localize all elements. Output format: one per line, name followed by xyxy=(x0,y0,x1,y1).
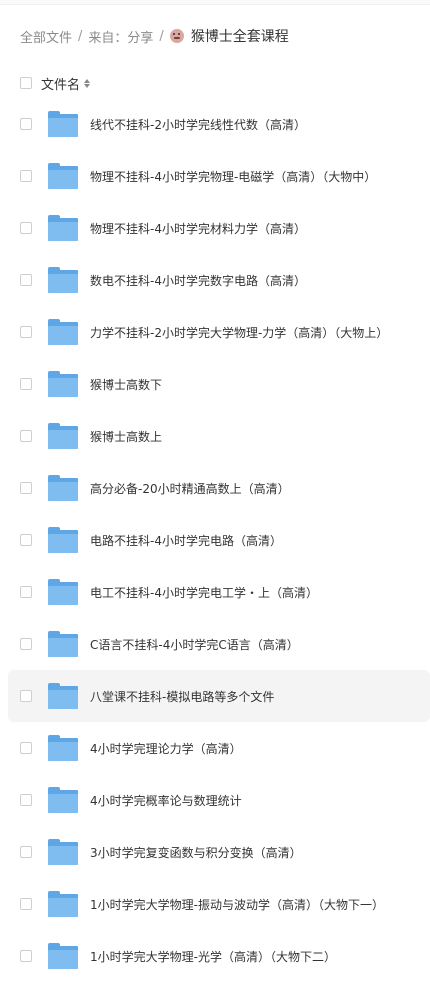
file-list: 线代不挂科-2小时学完线性代数（高清） 物理不挂科-4小时学完物理-电磁学（高清）… xyxy=(0,98,430,982)
file-row[interactable]: 线代不挂科-2小时学完线性代数（高清） xyxy=(8,98,430,150)
folder-icon[interactable] xyxy=(48,267,78,293)
file-checkbox[interactable] xyxy=(20,586,32,598)
folder-icon[interactable] xyxy=(48,839,78,865)
file-checkbox[interactable] xyxy=(20,794,32,806)
sharer-avatar xyxy=(169,29,184,43)
file-row[interactable]: 八堂课不挂科-模拟电路等多个文件 xyxy=(8,670,430,722)
file-checkbox[interactable] xyxy=(20,430,32,442)
folder-icon[interactable] xyxy=(48,215,78,241)
file-name[interactable]: 4小时学完理论力学（高清） xyxy=(90,740,242,757)
file-row[interactable]: 数电不挂科-4小时学完数字电路（高清） xyxy=(8,254,430,306)
file-row[interactable]: 物理不挂科-4小时学完物理-电磁学（高清）（大物中） xyxy=(8,150,430,202)
folder-icon[interactable] xyxy=(48,371,78,397)
folder-icon[interactable] xyxy=(48,631,78,657)
file-checkbox[interactable] xyxy=(20,274,32,286)
folder-icon[interactable] xyxy=(48,683,78,709)
file-name[interactable]: 高分必备-20小时精通高数上（高清） xyxy=(90,480,290,497)
file-list-header: 文件名 xyxy=(0,68,430,98)
file-row[interactable]: 高分必备-20小时精通高数上（高清） xyxy=(8,462,430,514)
file-checkbox[interactable] xyxy=(20,222,32,234)
folder-icon[interactable] xyxy=(48,787,78,813)
folder-icon[interactable] xyxy=(48,943,78,969)
file-row[interactable]: 猴博士高数上 xyxy=(8,410,430,462)
folder-icon[interactable] xyxy=(48,527,78,553)
folder-icon[interactable] xyxy=(48,475,78,501)
file-name[interactable]: 1小时学完大学物理-振动与波动学（高清）（大物下一） xyxy=(90,896,384,913)
file-row[interactable]: 4小时学完理论力学（高清） xyxy=(8,722,430,774)
folder-icon[interactable] xyxy=(48,423,78,449)
file-checkbox[interactable] xyxy=(20,638,32,650)
file-row[interactable]: 4小时学完概率论与数理统计 xyxy=(8,774,430,826)
folder-icon[interactable] xyxy=(48,579,78,605)
file-checkbox[interactable] xyxy=(20,170,32,182)
file-name[interactable]: 电工不挂科-4小时学完电工学・上（高清） xyxy=(90,584,318,601)
folder-icon[interactable] xyxy=(48,163,78,189)
file-name[interactable]: 猴博士高数下 xyxy=(90,376,162,393)
file-checkbox[interactable] xyxy=(20,378,32,390)
file-checkbox[interactable] xyxy=(20,482,32,494)
file-name[interactable]: 1小时学完大学物理-光学（高清）（大物下二） xyxy=(90,948,336,965)
file-checkbox[interactable] xyxy=(20,846,32,858)
file-checkbox[interactable] xyxy=(20,534,32,546)
file-name[interactable]: C语言不挂科-4小时学完C语言（高清） xyxy=(90,636,299,653)
folder-icon[interactable] xyxy=(48,111,78,137)
file-checkbox[interactable] xyxy=(20,326,32,338)
file-checkbox[interactable] xyxy=(20,950,32,962)
file-name[interactable]: 物理不挂科-4小时学完材料力学（高清） xyxy=(90,220,306,237)
file-name[interactable]: 物理不挂科-4小时学完物理-电磁学（高清）（大物中） xyxy=(90,168,376,185)
file-row[interactable]: 1小时学完大学物理-光学（高清）（大物下二） xyxy=(8,930,430,982)
breadcrumb-from-link[interactable]: 来自：分享 xyxy=(88,27,153,46)
breadcrumb: 全部文件 / 来自：分享 / 猴博士全套课程 xyxy=(20,26,289,46)
file-row[interactable]: 物理不挂科-4小时学完材料力学（高清） xyxy=(8,202,430,254)
file-checkbox[interactable] xyxy=(20,690,32,702)
file-row[interactable]: 3小时学完复变函数与积分变换（高清） xyxy=(8,826,430,878)
folder-icon[interactable] xyxy=(48,735,78,761)
column-header-filename[interactable]: 文件名 xyxy=(41,74,80,93)
breadcrumb-current: 猴博士全套课程 xyxy=(190,29,289,45)
file-row[interactable]: 猴博士高数下 xyxy=(8,358,430,410)
select-all-checkbox[interactable] xyxy=(20,77,32,89)
file-row[interactable]: 1小时学完大学物理-振动与波动学（高清）（大物下一） xyxy=(8,878,430,930)
file-name[interactable]: 数电不挂科-4小时学完数字电路（高清） xyxy=(90,272,306,289)
file-row[interactable]: 电路不挂科-4小时学完电路（高清） xyxy=(8,514,430,566)
file-name[interactable]: 线代不挂科-2小时学完线性代数（高清） xyxy=(90,116,306,133)
breadcrumb-separator: / xyxy=(78,28,83,44)
file-name[interactable]: 4小时学完概率论与数理统计 xyxy=(90,792,242,809)
file-row[interactable]: C语言不挂科-4小时学完C语言（高清） xyxy=(8,618,430,670)
file-name[interactable]: 八堂课不挂科-模拟电路等多个文件 xyxy=(90,688,274,705)
file-name[interactable]: 电路不挂科-4小时学完电路（高清） xyxy=(90,532,282,549)
file-name[interactable]: 力学不挂科-2小时学完大学物理-力学（高清）（大物上） xyxy=(90,324,388,341)
top-divider xyxy=(0,0,430,5)
file-checkbox[interactable] xyxy=(20,898,32,910)
folder-icon[interactable] xyxy=(48,891,78,917)
file-row[interactable]: 力学不挂科-2小时学完大学物理-力学（高清）（大物上） xyxy=(8,306,430,358)
file-row[interactable]: 电工不挂科-4小时学完电工学・上（高清） xyxy=(8,566,430,618)
file-checkbox[interactable] xyxy=(20,118,32,130)
file-checkbox[interactable] xyxy=(20,742,32,754)
sort-icon[interactable] xyxy=(84,77,91,89)
folder-icon[interactable] xyxy=(48,319,78,345)
file-name[interactable]: 3小时学完复变函数与积分变换（高清） xyxy=(90,844,302,861)
breadcrumb-separator: / xyxy=(159,28,164,44)
breadcrumb-root-link[interactable]: 全部文件 xyxy=(20,27,72,46)
file-name[interactable]: 猴博士高数上 xyxy=(90,428,162,445)
